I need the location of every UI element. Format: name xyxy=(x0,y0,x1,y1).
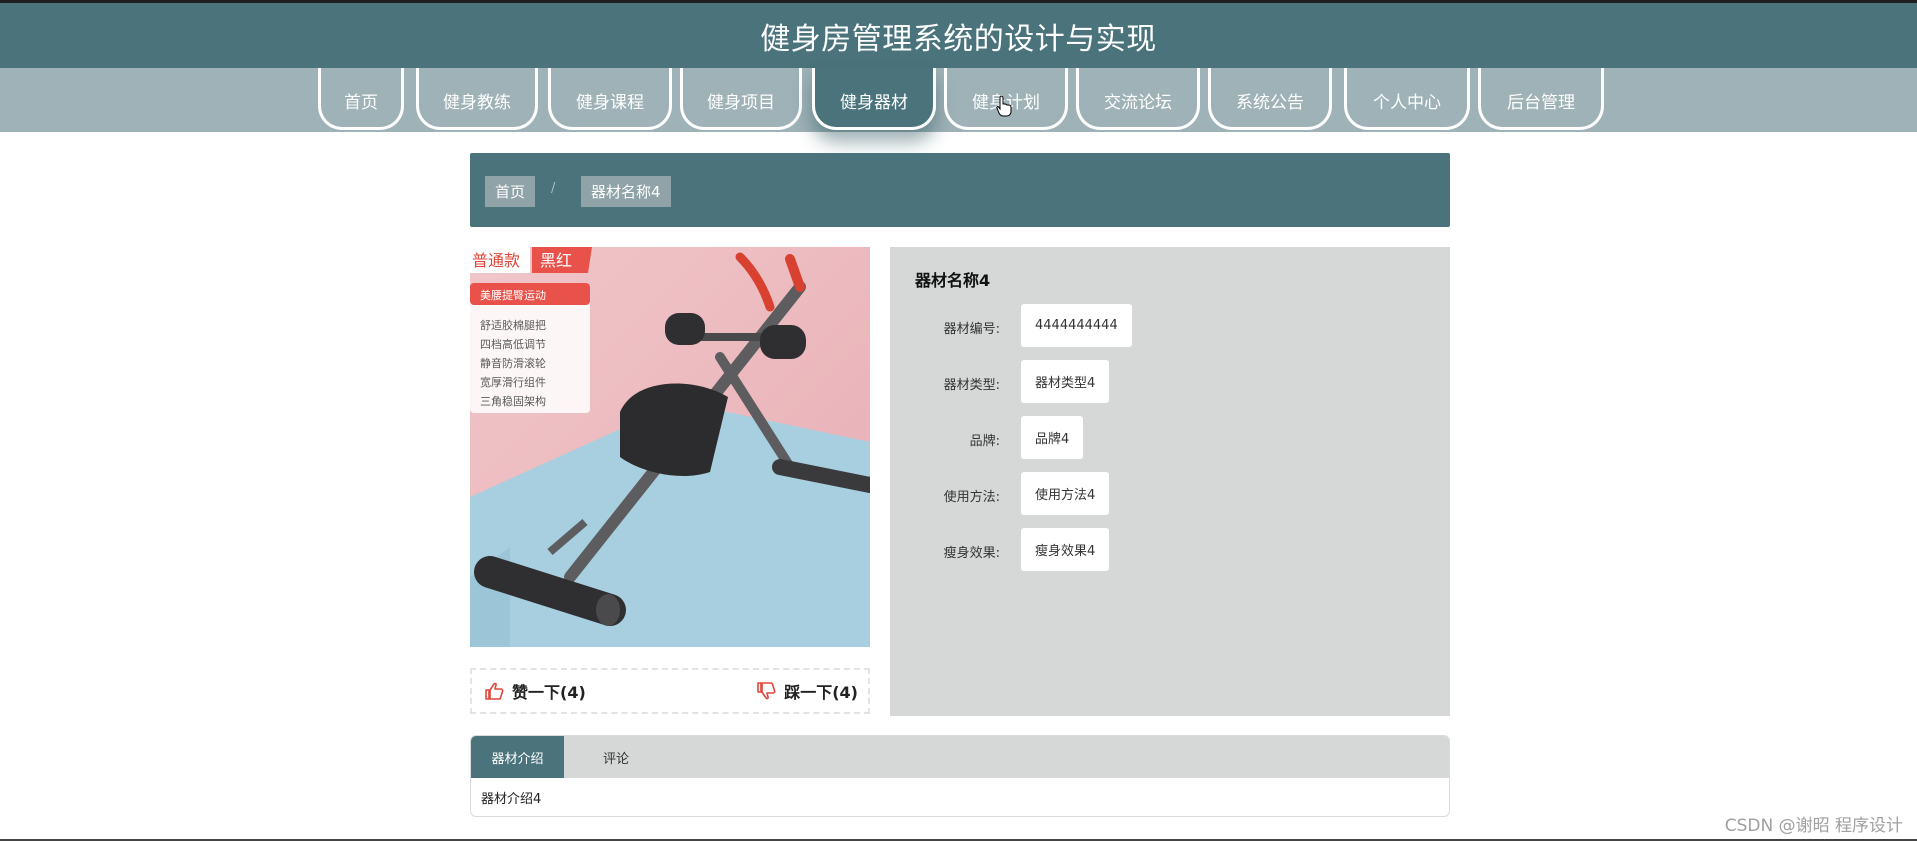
equipment-detail-panel: 器材名称4 器材编号: 4444444444 器材类型: 器材类型4 品牌: 品… xyxy=(890,247,1450,716)
field-value-usage-method: 使用方法4 xyxy=(1021,472,1110,515)
field-label-slimming-effect: 瘦身效果: xyxy=(943,546,1000,561)
vote-bar: 赞一下(4) 踩一下(4) xyxy=(470,668,870,714)
breadcrumb-separator: / xyxy=(551,181,556,196)
tab-equipment-intro[interactable]: 器材介绍 xyxy=(471,736,564,778)
equipment-name-title: 器材名称4 xyxy=(915,271,991,290)
nav-item-courses[interactable]: 健身课程 xyxy=(548,68,672,130)
field-value-equipment-number: 4444444444 xyxy=(1021,304,1132,347)
tab-content-text: 器材介绍4 xyxy=(481,792,542,807)
badge-left-text: 普通款 xyxy=(472,251,520,270)
nav-item-admin[interactable]: 后台管理 xyxy=(1478,68,1604,130)
hand-cursor-icon xyxy=(996,95,1012,117)
field-label-usage-method: 使用方法: xyxy=(943,490,1000,505)
field-value-brand: 品牌4 xyxy=(1021,416,1084,459)
field-label-equipment-number: 器材编号: xyxy=(943,322,1000,337)
field-label-equipment-type: 器材类型: xyxy=(943,378,1000,393)
detail-tabs: 器材介绍 评论 器材介绍4 xyxy=(470,735,1450,817)
field-value-slimming-effect: 瘦身效果4 xyxy=(1021,528,1110,571)
equipment-illustration: 普通款 黑红 美腰提臀运动 舒适胶棉腿把 四档高低调节 静音防滑滚轮 宽厚滑行组… xyxy=(470,247,870,647)
tabs-header: 器材介绍 评论 xyxy=(471,736,1449,778)
feature-text-1: 舒适胶棉腿把 xyxy=(480,318,546,332)
badge-right-text: 黑红 xyxy=(540,251,572,270)
feature-text-2: 四档高低调节 xyxy=(480,337,546,351)
main-nav: 首页 健身教练 健身课程 健身项目 健身器材 健身计划 交流论坛 系统公告 个人… xyxy=(0,68,1917,132)
breadcrumb: 首页 器材名称4 xyxy=(470,153,1450,227)
thumbs-up-icon xyxy=(485,682,504,700)
nav-item-home[interactable]: 首页 xyxy=(318,68,404,130)
site-title: 健身房管理系统的设计与实现 xyxy=(760,21,1157,57)
like-label: 赞一下(4) xyxy=(512,683,586,702)
product-image: 普通款 黑红 美腰提臀运动 舒适胶棉腿把 四档高低调节 静音防滑滚轮 宽厚滑行组… xyxy=(470,247,870,647)
breadcrumb-home-link[interactable]: 首页 xyxy=(485,176,536,207)
nav-item-forum[interactable]: 交流论坛 xyxy=(1076,68,1200,130)
field-label-brand: 品牌: xyxy=(969,434,1000,449)
field-value-equipment-type: 器材类型4 xyxy=(1021,360,1110,403)
thumbs-down-icon xyxy=(757,682,776,700)
breadcrumb-current: 器材名称4 xyxy=(581,176,671,207)
nav-item-announcements[interactable]: 系统公告 xyxy=(1208,68,1332,130)
dislike-label: 踩一下(4) xyxy=(784,683,858,702)
dislike-button[interactable]: 踩一下(4) xyxy=(756,679,858,703)
nav-item-coaches[interactable]: 健身教练 xyxy=(416,68,538,130)
nav-item-projects[interactable]: 健身项目 xyxy=(680,68,802,130)
feature-text-3: 静音防滑滚轮 xyxy=(480,356,546,370)
feature-text-5: 三角稳固架构 xyxy=(480,394,546,408)
site-header: 健身房管理系统的设计与实现 xyxy=(0,3,1917,68)
card-title-text: 美腰提臀运动 xyxy=(480,289,546,302)
like-button[interactable]: 赞一下(4) xyxy=(484,679,586,703)
feature-text-4: 宽厚滑行组件 xyxy=(480,375,546,389)
tab-comments[interactable]: 评论 xyxy=(564,736,668,778)
nav-item-equipment[interactable]: 健身器材 xyxy=(812,68,936,130)
nav-item-personal-center[interactable]: 个人中心 xyxy=(1344,68,1470,130)
watermark: CSDN @谢昭 程序设计 xyxy=(1724,816,1903,836)
